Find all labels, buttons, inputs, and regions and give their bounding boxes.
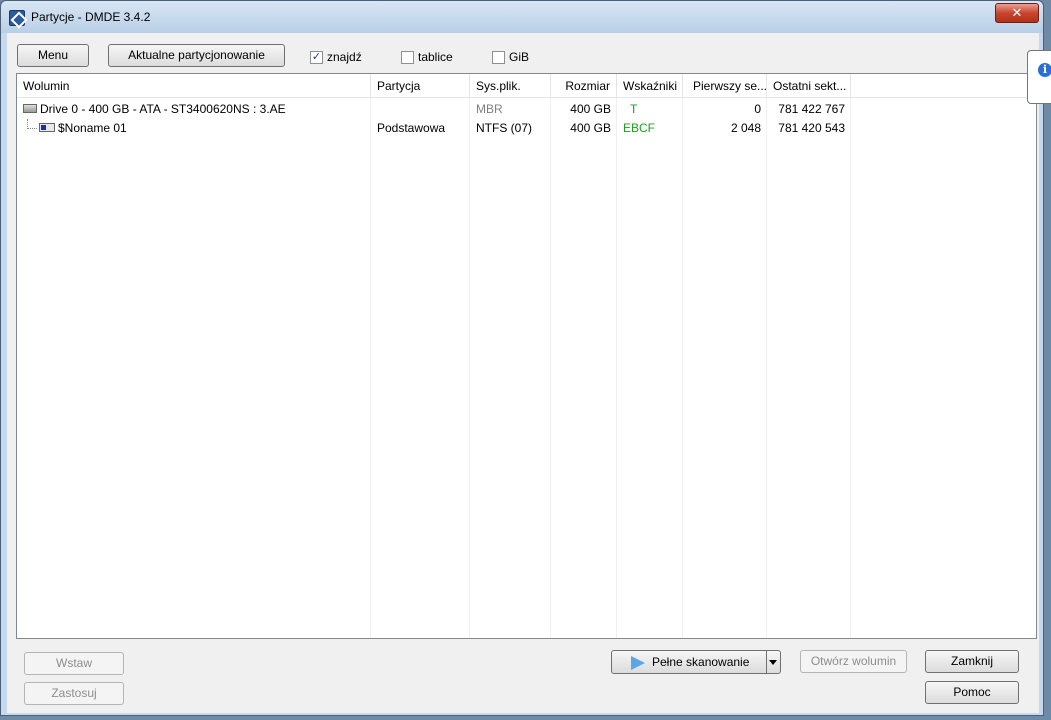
info-icon: i: [1038, 63, 1051, 77]
column-header-flags[interactable]: Wskaźniki: [617, 74, 683, 98]
checkbox-gib-label: GiB: [509, 50, 530, 64]
checkbox-find-box[interactable]: ✓: [310, 50, 323, 64]
column-divider: [370, 98, 371, 638]
current-partitioning-button[interactable]: Aktualne partycjonowanie: [108, 44, 285, 67]
checkbox-tables[interactable]: tablice: [401, 49, 453, 65]
close-window-button[interactable]: ✕: [995, 3, 1039, 23]
dialog-window: Partycje - DMDE 3.4.2 ✕ Menu Aktualne pa…: [0, 0, 1044, 716]
open-volume-button[interactable]: Otwórz wolumin: [800, 650, 907, 673]
partition-icon: [39, 123, 55, 133]
cell-filesystem: NTFS (07): [476, 121, 533, 135]
full-scan-label: Pełne skanowanie: [652, 655, 750, 669]
column-header-size[interactable]: Rozmiar: [551, 74, 617, 98]
column-header-last-sector[interactable]: Ostatni sekt...: [767, 74, 851, 98]
table-row[interactable]: $Noname 01 Podstawowa NTFS (07) 400 GB E…: [17, 119, 1036, 138]
insert-button[interactable]: Wstaw: [24, 652, 124, 675]
column-header-filesystem[interactable]: Sys.plik.: [470, 74, 551, 98]
cell-volume: $Noname 01: [17, 119, 371, 138]
cell-size: 400 GB: [570, 121, 611, 135]
column-divider: [469, 98, 470, 638]
column-divider: [682, 98, 683, 638]
cell-flags: EBCF: [623, 121, 656, 135]
cell-first-sector: 2 048: [730, 121, 761, 135]
full-scan-split-button[interactable]: Pełne skanowanie: [611, 650, 781, 674]
column-divider: [850, 98, 851, 638]
menu-button[interactable]: Menu: [17, 44, 89, 67]
volume-name: $Noname 01: [58, 121, 127, 135]
chevron-down-icon[interactable]: [767, 651, 780, 673]
checkbox-tables-box[interactable]: [401, 50, 414, 64]
window-title: Partycje - DMDE 3.4.2: [31, 10, 151, 24]
column-header-partition[interactable]: Partycja: [371, 74, 470, 98]
partitions-list[interactable]: Wolumin Partycja Sys.plik. Rozmiar Wskaź…: [16, 73, 1037, 639]
cell-partition: [371, 100, 470, 119]
help-button[interactable]: Pomoc: [925, 681, 1019, 704]
info-balloon: i: [1027, 50, 1051, 104]
cell-flags: T: [630, 102, 638, 116]
column-header-first-sector[interactable]: Pierwszy se...: [683, 74, 767, 98]
close-button[interactable]: Zamknij: [925, 650, 1019, 673]
checkbox-gib-box[interactable]: [492, 50, 505, 64]
column-divider: [616, 98, 617, 638]
cell-size: 400 GB: [570, 102, 611, 116]
column-header-volume[interactable]: Wolumin: [17, 74, 371, 98]
tree-connector: [27, 119, 37, 129]
full-scan-button[interactable]: Pełne skanowanie: [612, 651, 766, 673]
volume-name: Drive 0 - 400 GB - ATA - ST3400620NS : 3…: [40, 102, 286, 116]
apply-button[interactable]: Zastosuj: [24, 682, 124, 705]
column-divider: [550, 98, 551, 638]
column-divider: [766, 98, 767, 638]
list-header: Wolumin Partycja Sys.plik. Rozmiar Wskaź…: [17, 74, 1036, 98]
cell-last-sector: 781 422 767: [778, 102, 845, 116]
cell-filesystem: MBR: [476, 102, 503, 116]
cell-partition: Podstawowa: [377, 121, 446, 135]
hard-drive-icon: [23, 104, 37, 114]
cell-last-sector: 781 420 543: [778, 121, 845, 135]
checkbox-gib[interactable]: GiB: [492, 49, 529, 65]
title-bar[interactable]: Partycje - DMDE 3.4.2 ✕: [1, 1, 1043, 33]
cell-volume: Drive 0 - 400 GB - ATA - ST3400620NS : 3…: [17, 100, 371, 119]
play-icon: [631, 656, 645, 670]
cell-first-sector: 0: [754, 102, 761, 116]
checkbox-tables-label: tablice: [418, 50, 453, 64]
checkbox-find[interactable]: ✓ znajdź: [310, 49, 362, 65]
checkbox-find-label: znajdź: [327, 50, 362, 64]
dmde-app-icon: [9, 10, 25, 26]
dialog-client-area: Menu Aktualne partycjonowanie ✓ znajdź t…: [7, 33, 1039, 713]
table-row[interactable]: Drive 0 - 400 GB - ATA - ST3400620NS : 3…: [17, 100, 1036, 119]
